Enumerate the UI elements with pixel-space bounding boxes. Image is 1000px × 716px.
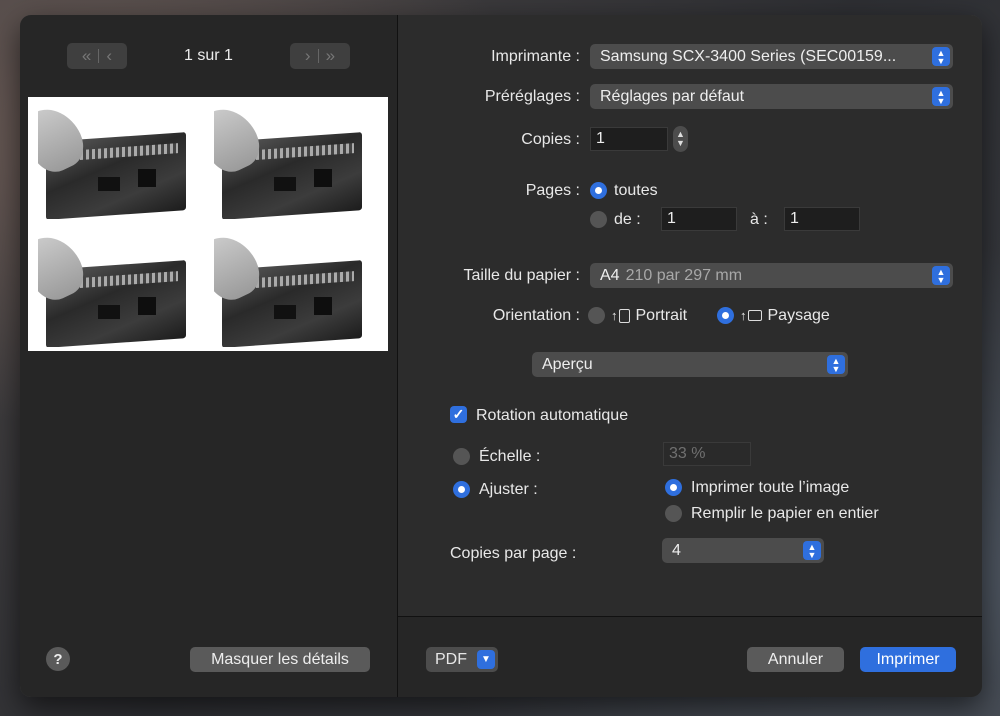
copies-per-page-label: Copies par page : [450, 545, 577, 562]
fill-paper-radio[interactable] [665, 505, 682, 522]
chevron-up-down-icon: ▲ ▼ [827, 355, 845, 374]
landscape-icon: ↑ [740, 308, 762, 323]
printer-value: Samsung SCX-3400 Series (SEC00159... [600, 47, 897, 65]
portrait-option[interactable]: ↑ Portrait [611, 307, 687, 325]
print-entire-image-radio[interactable] [665, 479, 682, 496]
copies-per-page-value: 4 [672, 541, 681, 559]
chevron-up-down-icon: ▲ ▼ [932, 87, 950, 106]
presets-label: Préréglages : [484, 88, 580, 105]
pages-all-radio[interactable] [590, 182, 607, 199]
fill-paper-label: Remplir le papier en entier [691, 505, 879, 522]
print-button[interactable]: Imprimer [860, 647, 956, 672]
paper-size-detail: 210 par 297 mm [625, 266, 743, 284]
auto-rotate-checkbox[interactable]: ✓ [450, 406, 467, 423]
paper-size-label: Taille du papier : [463, 267, 580, 284]
scale-radio[interactable] [453, 448, 470, 465]
preview-image-3 [38, 235, 190, 347]
chevron-up-down-icon: ▲ ▼ [932, 266, 950, 285]
preview-pane: « ‹ 1 sur 1 › » ? Masquer les détails [20, 15, 398, 697]
presets-value: Réglages par défaut [600, 87, 745, 105]
portrait-radio[interactable] [588, 307, 605, 324]
pages-range-radio[interactable] [590, 211, 607, 228]
paper-size-value: A4 [600, 266, 620, 284]
preview-image-4 [214, 235, 366, 347]
scale-label: Échelle : [479, 448, 541, 465]
cancel-button[interactable]: Annuler [747, 647, 844, 672]
portrait-label: Portrait [635, 307, 688, 324]
next-page-group[interactable]: › » [290, 43, 350, 69]
pages-from-field[interactable]: 1 [661, 207, 737, 231]
copies-label: Copies : [521, 131, 580, 148]
pages-all-label: toutes [614, 182, 658, 199]
landscape-radio[interactable] [717, 307, 734, 324]
landscape-option[interactable]: ↑ Paysage [740, 307, 830, 325]
paper-size-select[interactable]: A4 210 par 297 mm ▲ ▼ [590, 263, 953, 288]
pages-to-label: à : [750, 211, 768, 228]
landscape-label: Paysage [767, 307, 830, 324]
hide-details-button[interactable]: Masquer les détails [190, 647, 370, 672]
presets-select[interactable]: Réglages par défaut ▲ ▼ [590, 84, 953, 109]
fit-radio[interactable] [453, 481, 470, 498]
fit-label: Ajuster : [479, 481, 538, 498]
app-options-select[interactable]: Aperçu ▲ ▼ [532, 352, 848, 377]
pages-to-field[interactable]: 1 [784, 207, 860, 231]
copies-field[interactable]: 1 [590, 127, 668, 151]
pdf-menu-button[interactable]: PDF ▼ [426, 647, 498, 672]
settings-pane: Imprimante : Samsung SCX-3400 Series (SE… [398, 15, 982, 697]
chevron-down-icon: ▼ [477, 650, 495, 669]
page-preview [28, 97, 388, 351]
next-page-icon[interactable]: › [305, 46, 311, 66]
preview-image-1 [38, 107, 190, 219]
scale-field[interactable]: 33 % [663, 442, 751, 466]
print-dialog: « ‹ 1 sur 1 › » ? Masquer les détails Im… [20, 15, 982, 697]
divider [317, 49, 319, 63]
auto-rotate-label: Rotation automatique [476, 407, 629, 424]
app-options-value: Aperçu [542, 355, 593, 373]
copies-stepper[interactable]: ▲ ▼ [673, 126, 688, 152]
preview-image-2 [214, 107, 366, 219]
orientation-label: Orientation : [492, 307, 580, 324]
copies-per-page-select[interactable]: 4 ▲ ▼ [662, 538, 824, 563]
print-entire-image-label: Imprimer toute l’image [691, 479, 850, 496]
chevron-up-down-icon: ▲ ▼ [932, 47, 950, 66]
pages-from-label: de : [614, 211, 641, 228]
chevron-up-down-icon: ▲ ▼ [803, 541, 821, 560]
portrait-icon: ↑ [611, 308, 630, 323]
pdf-label: PDF [435, 650, 467, 668]
last-page-icon[interactable]: » [326, 46, 335, 66]
pages-label: Pages : [525, 182, 580, 199]
help-button[interactable]: ? [46, 647, 70, 671]
printer-label: Imprimante : [491, 48, 580, 65]
printer-select[interactable]: Samsung SCX-3400 Series (SEC00159... ▲ ▼ [590, 44, 953, 69]
